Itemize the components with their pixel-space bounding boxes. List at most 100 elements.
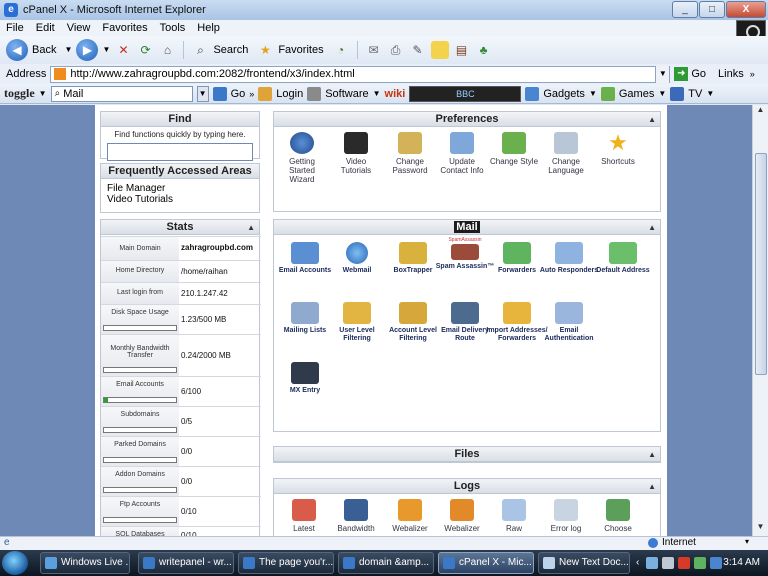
taskbar-item[interactable]: writepanel - wr... [138, 552, 234, 574]
menu-file[interactable]: File [6, 22, 24, 34]
go-icon[interactable] [212, 86, 227, 101]
address-url[interactable]: http://www.zahragroupbd.com:2082/fronten… [70, 68, 655, 80]
tray-expand-icon[interactable]: ‹ [636, 552, 639, 574]
collapse-icon[interactable]: ▲ [648, 479, 656, 494]
menu-help[interactable]: Help [197, 22, 220, 34]
mail-webmail[interactable]: Webmail [326, 242, 388, 275]
mail-default-address[interactable]: Default Address [592, 242, 654, 275]
messenger-tray-icon[interactable] [694, 557, 706, 569]
menu-favorites[interactable]: Favorites [102, 22, 147, 34]
faa-item-file-manager[interactable]: File Manager [107, 183, 253, 194]
toolbar-go-label[interactable]: Go [231, 88, 246, 100]
faa-item-video-tutorials[interactable]: Video Tutorials [107, 194, 253, 205]
pref-video-tutorials[interactable]: Video Tutorials [330, 132, 382, 175]
research-icon[interactable]: ▤ [453, 41, 471, 59]
software-menu[interactable]: Software [325, 88, 368, 100]
network-icon[interactable] [646, 557, 658, 569]
collapse-icon[interactable]: ▲ [648, 112, 656, 127]
pref-change-style[interactable]: Change Style [488, 132, 540, 166]
pref-getting-started[interactable]: Getting Started Wizard [276, 132, 328, 184]
taskbar-item[interactable]: Windows Live ... [40, 552, 130, 574]
dropdown-icon[interactable]: ▼ [64, 41, 73, 59]
logs-raw[interactable]: Raw [488, 499, 540, 533]
wiki-button[interactable]: wiki [385, 88, 406, 100]
media-player[interactable]: BBC [409, 85, 522, 102]
menu-edit[interactable]: Edit [36, 22, 55, 34]
chevron-down-icon[interactable]: ▼ [589, 89, 597, 98]
search-button-label[interactable]: Search [213, 44, 248, 56]
chevron-down-icon[interactable]: ▼ [655, 65, 670, 83]
start-button[interactable] [2, 551, 28, 575]
close-button[interactable]: X [726, 1, 766, 18]
back-button-label[interactable]: Back [32, 44, 56, 56]
pref-change-language[interactable]: Change Language [540, 132, 592, 175]
mail-email-authentication[interactable]: Email Authentication [538, 302, 600, 343]
logs-bandwidth[interactable]: Bandwidth [330, 499, 382, 533]
scroll-up-icon[interactable]: ▲ [753, 105, 768, 119]
favorites-button-label[interactable]: Favorites [278, 44, 323, 56]
logs-webalizer[interactable]: Webalizer [384, 499, 436, 533]
scroll-down-icon[interactable]: ▼ [753, 522, 768, 536]
links-button[interactable]: Links [718, 68, 744, 80]
refresh-icon[interactable]: ⟳ [136, 41, 154, 59]
tv-menu[interactable]: TV [688, 88, 702, 100]
mail-auto-responders[interactable]: Auto Responders [538, 242, 600, 275]
messenger-icon[interactable]: ♣ [475, 41, 493, 59]
logs-choose[interactable]: Choose [592, 499, 644, 533]
forward-arrow-icon[interactable]: ▶ [76, 39, 99, 61]
maximize-button[interactable]: □ [699, 1, 725, 18]
zoom-dropdown-icon[interactable]: ▾ [745, 537, 749, 546]
taskbar-item[interactable]: The page you'r... [238, 552, 334, 574]
dropdown-icon[interactable]: ▼ [102, 41, 111, 59]
home-icon[interactable]: ⌂ [158, 41, 176, 59]
history-icon[interactable]: ◔ [332, 41, 350, 59]
minimize-button[interactable]: _ [672, 1, 698, 18]
menu-view[interactable]: View [67, 22, 91, 34]
gadgets-menu[interactable]: Gadgets [543, 88, 585, 100]
scroll-thumb[interactable] [755, 153, 767, 375]
login-icon[interactable] [258, 86, 273, 101]
taskbar-item[interactable]: New Text Doc... [538, 552, 630, 574]
clock[interactable]: 3:14 AM [723, 552, 760, 574]
toolbar-search-value[interactable]: Mail [63, 88, 83, 100]
logs-webalizer-ftp[interactable]: Webalizer [436, 499, 488, 533]
chevron-down-icon[interactable]: ▼ [658, 89, 666, 98]
print-icon[interactable]: ⎙ [387, 41, 405, 59]
chevron-right-icon[interactable]: » [249, 89, 254, 99]
taskbar-item[interactable]: domain &amp... [338, 552, 434, 574]
note-icon[interactable] [430, 41, 449, 59]
pref-update-contact[interactable]: Update Contact Info [436, 132, 488, 175]
games-icon[interactable] [600, 86, 615, 101]
mail-user-level-filtering[interactable]: User Level Filtering [326, 302, 388, 343]
expand-icon[interactable]: ▲ [648, 447, 656, 462]
gadgets-icon[interactable] [525, 86, 540, 101]
search-icon[interactable]: ⌕ [191, 41, 209, 59]
menu-tools[interactable]: Tools [160, 22, 186, 34]
chevron-down-icon[interactable]: ▼ [39, 89, 47, 98]
page-scrollbar[interactable]: ▲ ▼ [752, 105, 768, 536]
toolbar-search-input[interactable]: ⌕ Mail [50, 85, 193, 102]
toggle-logo[interactable]: toggle [4, 86, 35, 101]
volume-icon[interactable] [662, 557, 674, 569]
chevron-down-icon[interactable]: ▼ [706, 89, 714, 98]
chevron-down-icon[interactable]: ▼ [196, 85, 209, 102]
security-alert-icon[interactable] [678, 557, 690, 569]
pref-shortcuts[interactable]: ★ Shortcuts [592, 132, 644, 167]
mail-icon[interactable]: ✉ [365, 41, 383, 59]
collapse-icon[interactable]: ▲ [247, 220, 255, 235]
stop-icon[interactable]: ✕ [114, 41, 132, 59]
collapse-icon[interactable]: ▲ [648, 220, 656, 235]
go-button[interactable]: ➜ Go [674, 67, 706, 81]
tv-icon[interactable] [670, 86, 685, 101]
find-input[interactable] [107, 143, 253, 161]
taskbar-item-active[interactable]: cPanel X - Mic... [438, 552, 534, 574]
chevron-down-icon[interactable]: ▼ [373, 89, 381, 98]
chevron-right-icon[interactable]: » [750, 69, 755, 79]
edit-icon[interactable]: ✎ [409, 41, 427, 59]
favorites-star-icon[interactable]: ★ [256, 41, 274, 59]
update-icon[interactable] [710, 557, 722, 569]
games-menu[interactable]: Games [619, 88, 654, 100]
login-button[interactable]: Login [276, 88, 303, 100]
address-input[interactable]: http://www.zahragroupbd.com:2082/fronten… [50, 65, 671, 83]
software-icon[interactable] [307, 86, 322, 101]
